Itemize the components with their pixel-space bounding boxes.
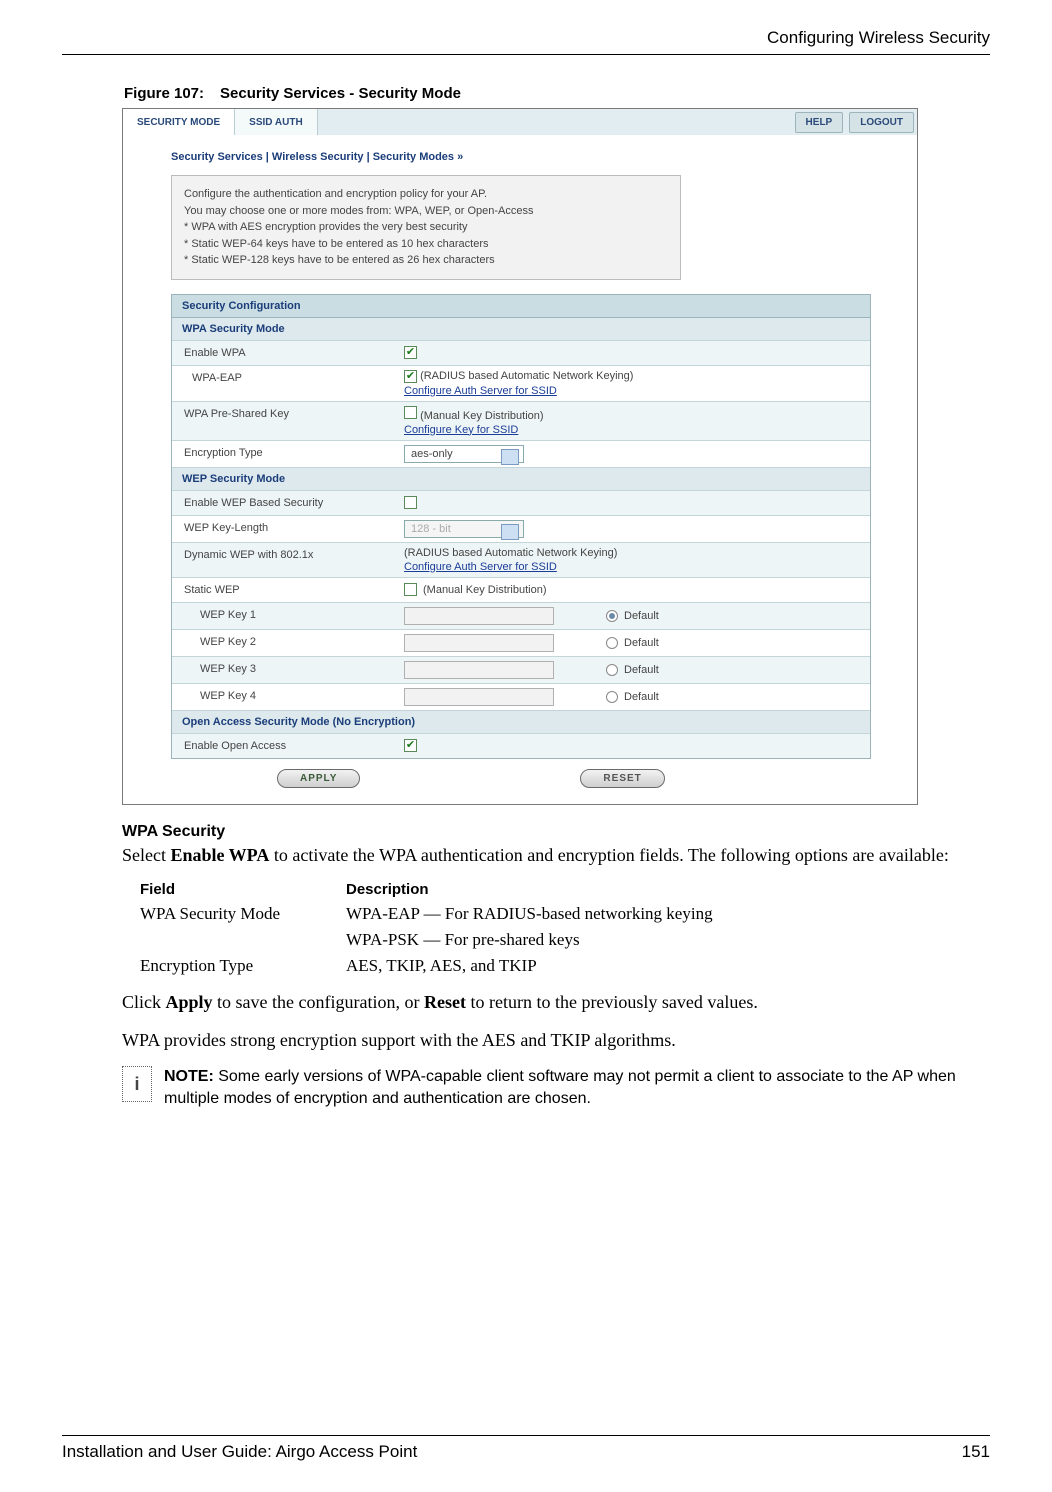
wep-key-3-input[interactable] — [404, 661, 554, 679]
wpa-eap-label: WPA-EAP — [172, 366, 392, 401]
figure-title: Security Services - Security Mode — [220, 85, 461, 102]
wep-dyn-note: (RADIUS based Automatic Network Keying) — [404, 547, 617, 559]
note-text: NOTE: Some early versions of WPA-capable… — [164, 1066, 990, 1109]
enable-wpa-checkbox[interactable] — [404, 346, 417, 359]
default-label: Default — [624, 691, 659, 703]
figure-label: Figure 107: — [124, 85, 204, 102]
wep-static-label: Static WEP — [172, 578, 392, 602]
wep-key-4-input[interactable] — [404, 688, 554, 706]
figure-caption: Figure 107: Security Services - Security … — [124, 85, 990, 102]
enable-wep-label: Enable WEP Based Security — [172, 491, 392, 515]
wpa-strong-paragraph: WPA provides strong encryption support w… — [122, 1028, 990, 1052]
info-box: Configure the authentication and encrypt… — [171, 175, 681, 280]
wpa-psk-checkbox[interactable] — [404, 406, 417, 419]
th-description: Description — [346, 881, 990, 898]
wep-static-checkbox[interactable] — [404, 583, 417, 596]
open-header: Open Access Security Mode (No Encryption… — [172, 711, 870, 734]
logout-button[interactable]: LOGOUT — [849, 112, 914, 133]
wep-dyn-label: Dynamic WEP with 802.1x — [172, 543, 392, 577]
wpa-psk-link[interactable]: Configure Key for SSID — [404, 424, 544, 436]
wep-key-1-label: WEP Key 1 — [172, 603, 392, 629]
default-label: Default — [624, 637, 659, 649]
enc-type-select[interactable]: aes-only — [404, 445, 524, 463]
info-line: You may choose one or more modes from: W… — [184, 203, 668, 220]
enable-open-checkbox[interactable] — [404, 739, 417, 752]
default-label: Default — [624, 610, 659, 622]
wpa-security-heading: WPA Security — [122, 823, 990, 841]
wpa-eap-note: (RADIUS based Automatic Network Keying) — [420, 370, 633, 382]
enable-open-label: Enable Open Access — [172, 734, 392, 758]
wpa-eap-link[interactable]: Configure Auth Server for SSID — [404, 385, 633, 397]
wep-key-2-label: WEP Key 2 — [172, 630, 392, 656]
tab-ssid-auth[interactable]: SSID AUTH — [235, 109, 318, 135]
wep-keylen-label: WEP Key-Length — [172, 516, 392, 542]
th-field: Field — [140, 881, 346, 898]
default-label: Default — [624, 664, 659, 676]
wpa-header: WPA Security Mode — [172, 318, 870, 341]
screenshot-panel: SECURITY MODE SSID AUTH HELP LOGOUT Secu… — [122, 108, 918, 805]
info-line: * WPA with AES encryption provides the v… — [184, 219, 668, 236]
wpa-eap-checkbox[interactable] — [404, 370, 417, 383]
wep-key-2-radio[interactable] — [606, 637, 618, 649]
td-desc-line: WPA-EAP — For RADIUS-based networking ke… — [346, 904, 990, 924]
page-footer: Installation and User Guide: Airgo Acces… — [62, 1435, 990, 1462]
td-desc-line: WPA-PSK — For pre-shared keys — [346, 930, 990, 950]
apply-reset-paragraph: Click Apply to save the configuration, o… — [122, 990, 990, 1014]
wpa-psk-label: WPA Pre-Shared Key — [172, 402, 392, 440]
wep-key-4-label: WEP Key 4 — [172, 684, 392, 710]
wep-key-1-radio[interactable] — [606, 610, 618, 622]
breadcrumb: Security Services | Wireless Security | … — [137, 145, 903, 175]
wep-key-2-input[interactable] — [404, 634, 554, 652]
td-field: Encryption Type — [140, 956, 346, 976]
tab-security-mode[interactable]: SECURITY MODE — [123, 109, 235, 135]
reset-button[interactable]: RESET — [580, 769, 664, 788]
td-field: WPA Security Mode — [140, 904, 346, 950]
wep-key-3-label: WEP Key 3 — [172, 657, 392, 683]
td-desc-line: AES, TKIP, AES, and TKIP — [346, 956, 990, 976]
wep-key-4-radio[interactable] — [606, 691, 618, 703]
wpa-intro-paragraph: Select Enable WPA to activate the WPA au… — [122, 843, 990, 867]
info-icon: i — [122, 1066, 152, 1102]
header-section-title: Configuring Wireless Security — [767, 28, 990, 47]
note-block: i NOTE: Some early versions of WPA-capab… — [122, 1066, 990, 1109]
wpa-psk-note: (Manual Key Distribution) — [420, 410, 544, 422]
wep-static-note: (Manual Key Distribution) — [423, 584, 547, 596]
wep-key-3-radio[interactable] — [606, 664, 618, 676]
enable-wep-checkbox[interactable] — [404, 496, 417, 509]
grid-header-main: Security Configuration — [172, 295, 870, 318]
config-grid: Security Configuration WPA Security Mode… — [171, 294, 871, 759]
help-button[interactable]: HELP — [795, 112, 844, 133]
enable-wpa-label: Enable WPA — [172, 341, 392, 365]
footer-title: Installation and User Guide: Airgo Acces… — [62, 1442, 417, 1462]
info-line: * Static WEP-64 keys have to be entered … — [184, 236, 668, 253]
wep-header: WEP Security Mode — [172, 468, 870, 491]
apply-button[interactable]: APPLY — [277, 769, 360, 788]
footer-page-number: 151 — [962, 1442, 990, 1462]
info-line: * Static WEP-128 keys have to be entered… — [184, 252, 668, 269]
options-table: Field Description WPA Security Mode WPA-… — [140, 881, 990, 976]
screenshot-topbar: SECURITY MODE SSID AUTH HELP LOGOUT — [123, 109, 917, 135]
page-header: Configuring Wireless Security — [62, 28, 990, 55]
enc-type-label: Encryption Type — [172, 441, 392, 467]
wep-dyn-link[interactable]: Configure Auth Server for SSID — [404, 561, 617, 573]
wep-key-1-input[interactable] — [404, 607, 554, 625]
info-line: Configure the authentication and encrypt… — [184, 186, 668, 203]
wep-keylen-select[interactable]: 128 - bit — [404, 520, 524, 538]
